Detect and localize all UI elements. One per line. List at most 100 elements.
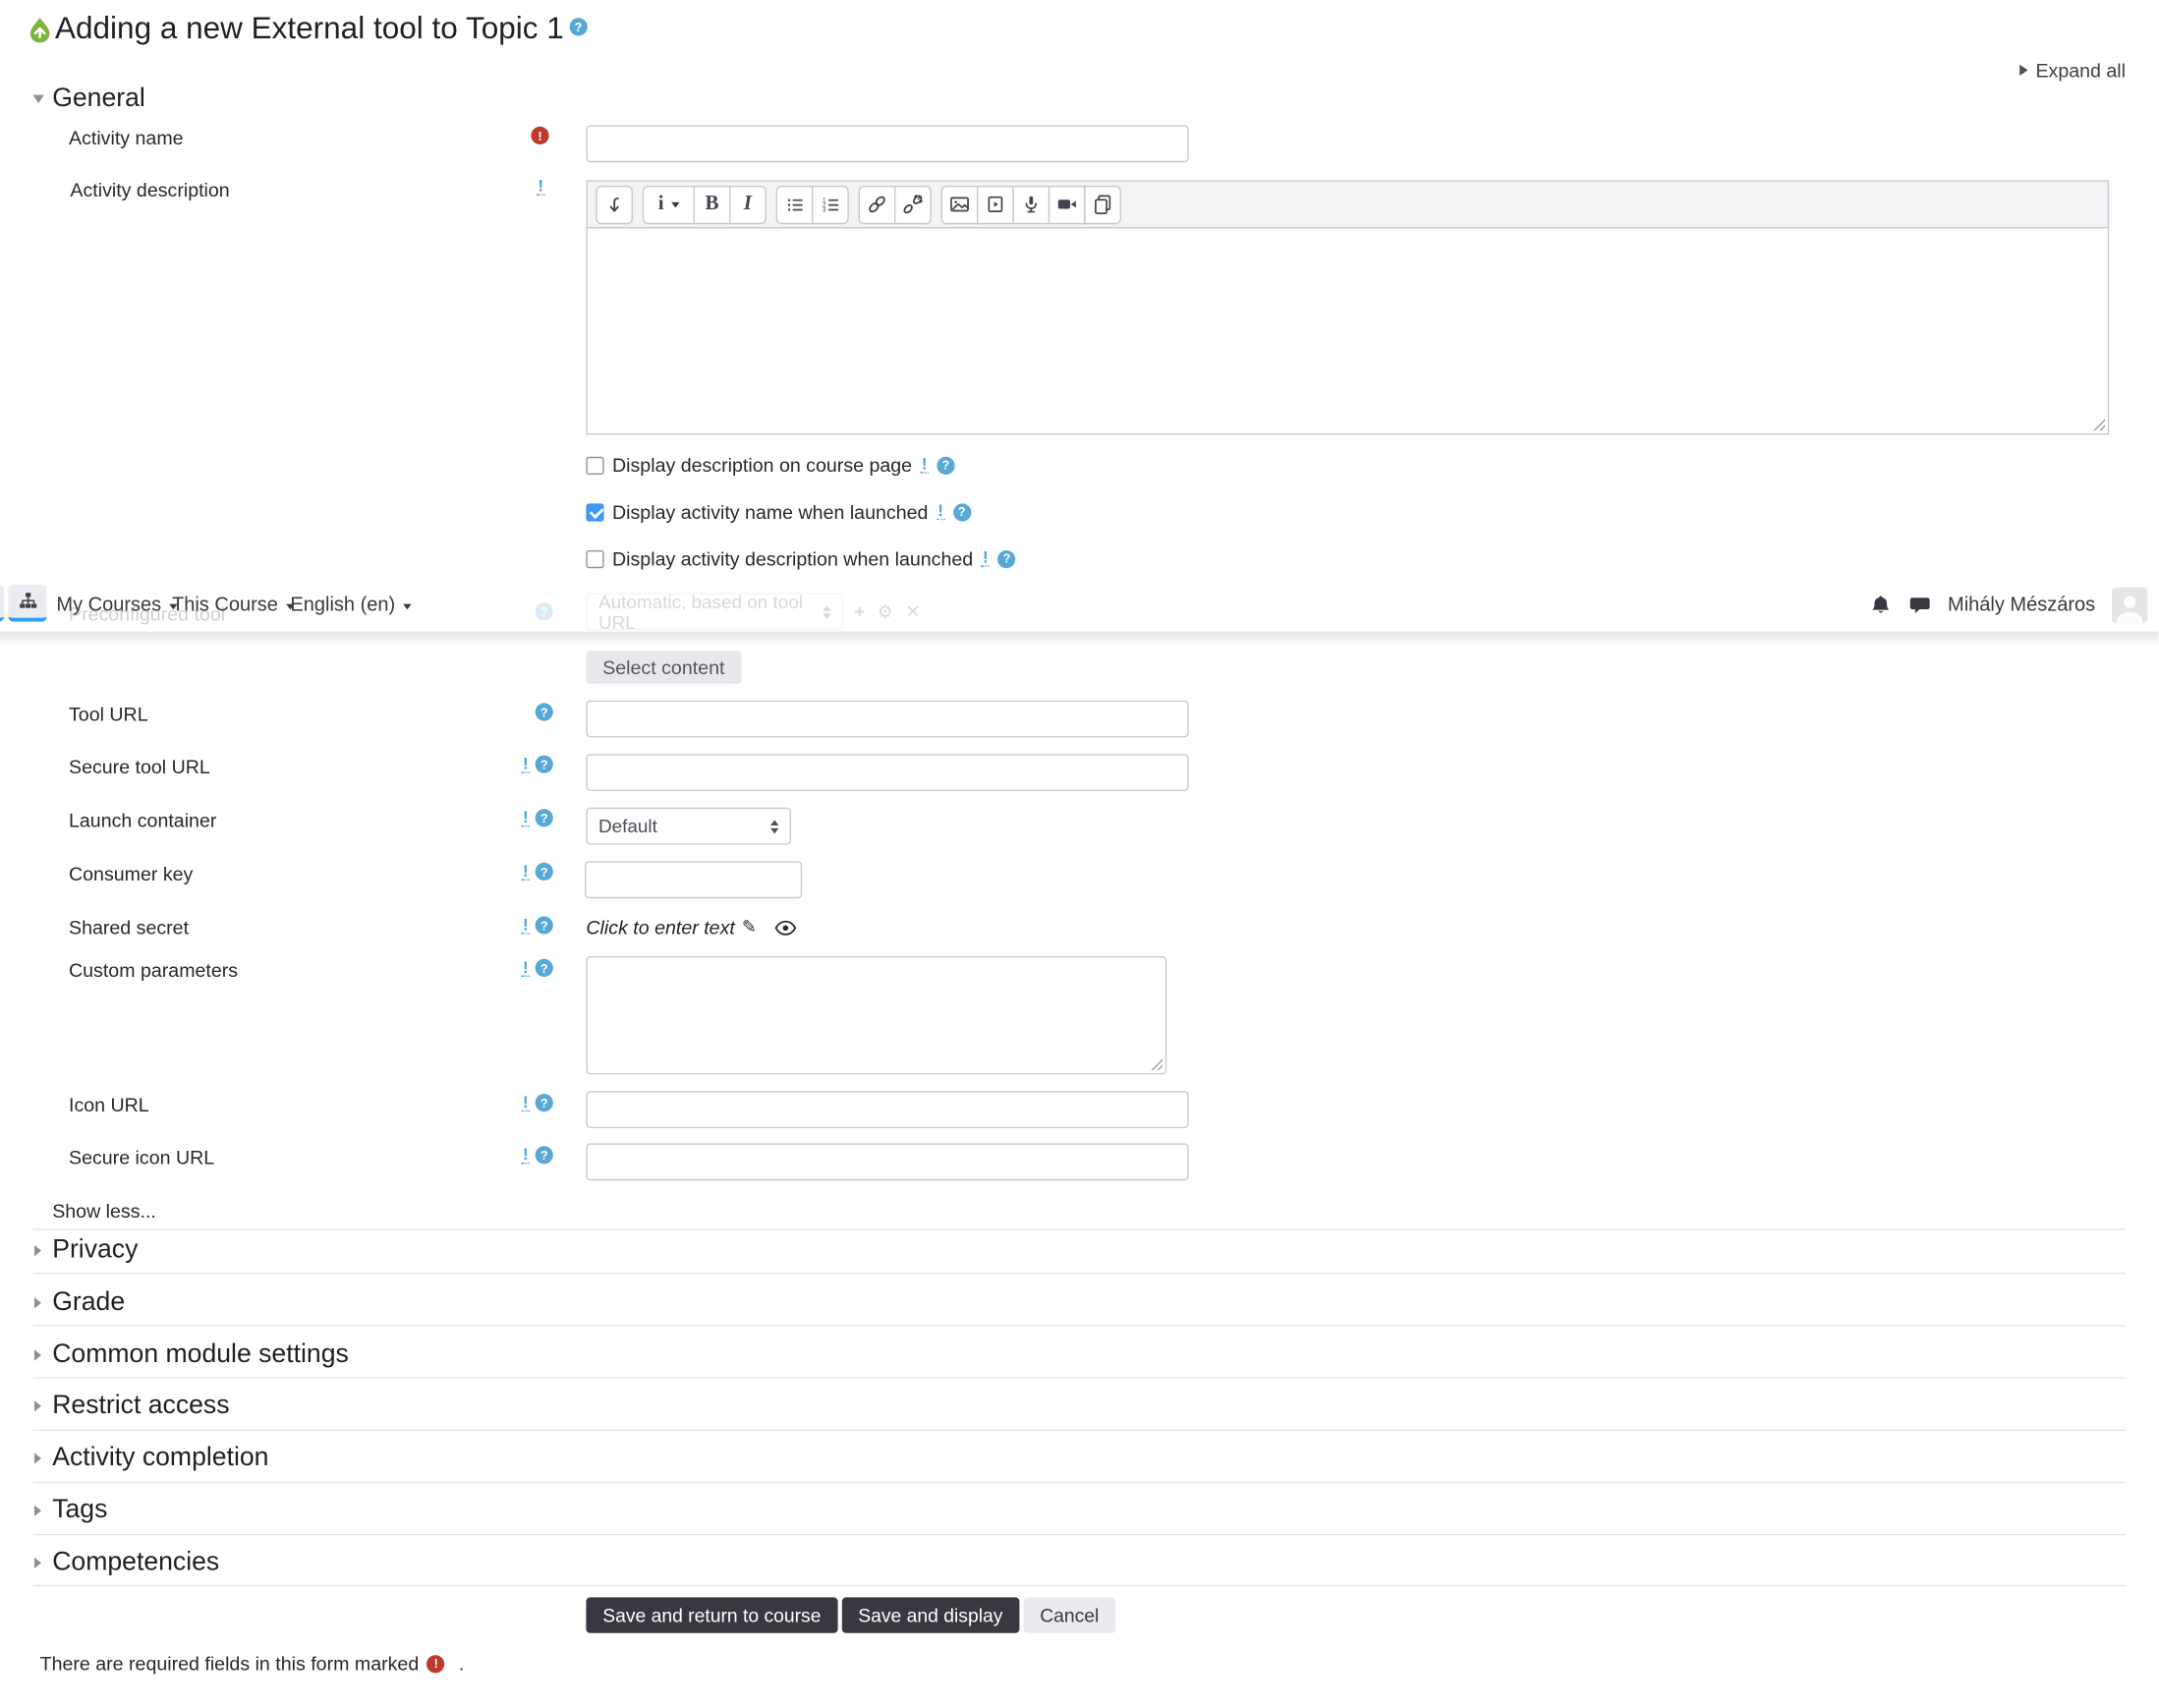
shared-secret-inplace-editable[interactable]: Click to enter text	[586, 916, 734, 938]
advanced-icon: !	[521, 915, 530, 935]
image-icon[interactable]	[940, 185, 979, 224]
svg-text:3: 3	[822, 206, 825, 213]
section-header-privacy[interactable]: Privacy	[52, 1235, 138, 1266]
divider	[32, 1228, 2126, 1230]
top-navbar: My Courses This Course English (en) Mihá…	[0, 579, 2159, 632]
advanced-icon: !	[936, 500, 945, 521]
help-icon[interactable]: ?	[569, 18, 588, 36]
editor-toolbar: i B I 1 2 3	[586, 180, 2110, 229]
toolbar-collapse-icon[interactable]	[596, 185, 633, 224]
required-fields-note: There are required fields in this form m…	[39, 1652, 465, 1675]
activity-description-label: Activity description	[70, 179, 230, 201]
nav-my-courses[interactable]: My Courses	[56, 579, 178, 631]
manage-files-icon[interactable]	[1084, 185, 1121, 224]
tool-url-input[interactable]	[586, 700, 1189, 738]
secure-tool-url-input[interactable]	[586, 754, 1189, 791]
edit-pencil-icon[interactable]: ✎	[742, 916, 757, 938]
media-icon[interactable]	[977, 185, 1014, 224]
avatar[interactable]	[2112, 587, 2148, 624]
secure-icon-url-input[interactable]	[586, 1143, 1189, 1181]
advanced-icon: !	[521, 957, 530, 977]
save-and-display-button[interactable]: Save and display	[841, 1597, 1020, 1633]
numbered-list-icon[interactable]: 1 2 3	[812, 185, 849, 224]
nav-this-course[interactable]: This Course	[172, 579, 295, 631]
help-icon[interactable]: ?	[937, 456, 955, 475]
section-header-activity-completion[interactable]: Activity completion	[52, 1444, 268, 1474]
user-name[interactable]: Mihály Mészáros	[1948, 595, 2095, 616]
activity-name-label: Activity name	[69, 126, 184, 149]
select-content-button[interactable]: Select content	[586, 651, 742, 684]
record-audio-icon[interactable]	[1012, 185, 1051, 224]
activity-name-input[interactable]	[586, 125, 1189, 163]
help-icon[interactable]: ?	[535, 755, 553, 773]
activity-description-editor[interactable]	[586, 227, 2110, 435]
help-icon[interactable]: ?	[535, 703, 553, 721]
paragraph-style-icon[interactable]: i	[642, 185, 695, 224]
advanced-icon: !	[537, 176, 545, 196]
expand-all-link[interactable]: Expand all	[2018, 59, 2126, 82]
save-and-return-button[interactable]: Save and return to course	[586, 1597, 838, 1633]
page-title: Adding a new External tool to Topic 1 ?	[55, 11, 588, 46]
section-header-common-module-settings[interactable]: Common module settings	[52, 1340, 349, 1371]
consumer-key-input[interactable]	[585, 861, 803, 899]
required-icon: !	[531, 126, 549, 144]
divider	[32, 1325, 2126, 1327]
divider	[32, 1377, 2126, 1379]
chevron-right-icon	[2018, 64, 2028, 76]
section-header-competencies[interactable]: Competencies	[52, 1548, 219, 1578]
nav-tab-sitemap[interactable]	[8, 585, 47, 622]
advanced-icon: !	[981, 547, 990, 567]
icon-url-label: Icon URL	[69, 1094, 149, 1116]
navbar-shadow	[0, 631, 2159, 647]
divider	[32, 1429, 2126, 1431]
link-icon[interactable]	[858, 185, 896, 224]
sitemap-icon	[19, 593, 36, 608]
launch-container-select[interactable]: Default	[586, 807, 791, 845]
messages-icon[interactable]	[1907, 595, 1931, 616]
notifications-bell-icon[interactable]	[1869, 595, 1891, 616]
icon-url-input[interactable]	[586, 1091, 1189, 1128]
divider	[32, 1584, 2126, 1587]
show-less-link[interactable]: Show less...	[52, 1200, 156, 1222]
unlink-icon[interactable]	[894, 185, 932, 224]
help-icon[interactable]: ?	[535, 916, 553, 935]
checkbox-label: Display activity description when launch…	[612, 547, 974, 570]
section-header-general[interactable]: General	[52, 84, 145, 114]
chevron-down-icon	[32, 94, 44, 103]
custom-parameters-textarea[interactable]	[586, 956, 1167, 1075]
help-icon[interactable]: ?	[535, 958, 553, 977]
resize-handle[interactable]	[2092, 418, 2105, 431]
nav-language[interactable]: English (en)	[290, 579, 413, 631]
checkbox-label: Display description on course page	[612, 454, 913, 477]
cancel-button[interactable]: Cancel	[1023, 1597, 1116, 1633]
advanced-icon: !	[521, 861, 530, 881]
section-header-grade[interactable]: Grade	[52, 1287, 125, 1318]
section-header-tags[interactable]: Tags	[52, 1496, 107, 1526]
launch-container-label: Launch container	[69, 809, 217, 831]
reveal-eye-icon[interactable]	[774, 920, 797, 936]
help-icon[interactable]: ?	[535, 809, 553, 827]
resize-handle[interactable]	[1150, 1057, 1163, 1071]
section-header-restrict-access[interactable]: Restrict access	[52, 1391, 229, 1421]
advanced-icon: !	[521, 1144, 530, 1165]
display-description-checkbox-row: Display description on course page ! ?	[586, 454, 955, 477]
bold-icon[interactable]: B	[693, 185, 731, 224]
help-icon[interactable]: ?	[535, 1094, 553, 1112]
display-activity-description-checkbox-row: Display activity description when launch…	[586, 547, 1016, 570]
help-icon[interactable]: ?	[952, 502, 971, 521]
checkbox[interactable]	[586, 456, 604, 475]
chevron-right-icon	[34, 1400, 41, 1412]
checkbox[interactable]	[586, 549, 604, 568]
nav-tab-partial[interactable]	[0, 585, 5, 622]
help-icon[interactable]: ?	[535, 862, 553, 881]
chevron-down-icon	[403, 603, 413, 610]
checkbox-label: Display activity name when launched	[612, 500, 929, 523]
italic-icon[interactable]: I	[729, 185, 767, 224]
record-video-icon[interactable]	[1048, 185, 1086, 224]
help-icon[interactable]: ?	[997, 549, 1016, 568]
help-icon[interactable]: ?	[535, 1146, 553, 1165]
checkbox[interactable]	[586, 502, 604, 521]
bullet-list-icon[interactable]	[775, 185, 814, 224]
tool-url-label: Tool URL	[69, 703, 148, 725]
chevron-right-icon	[34, 1297, 41, 1309]
